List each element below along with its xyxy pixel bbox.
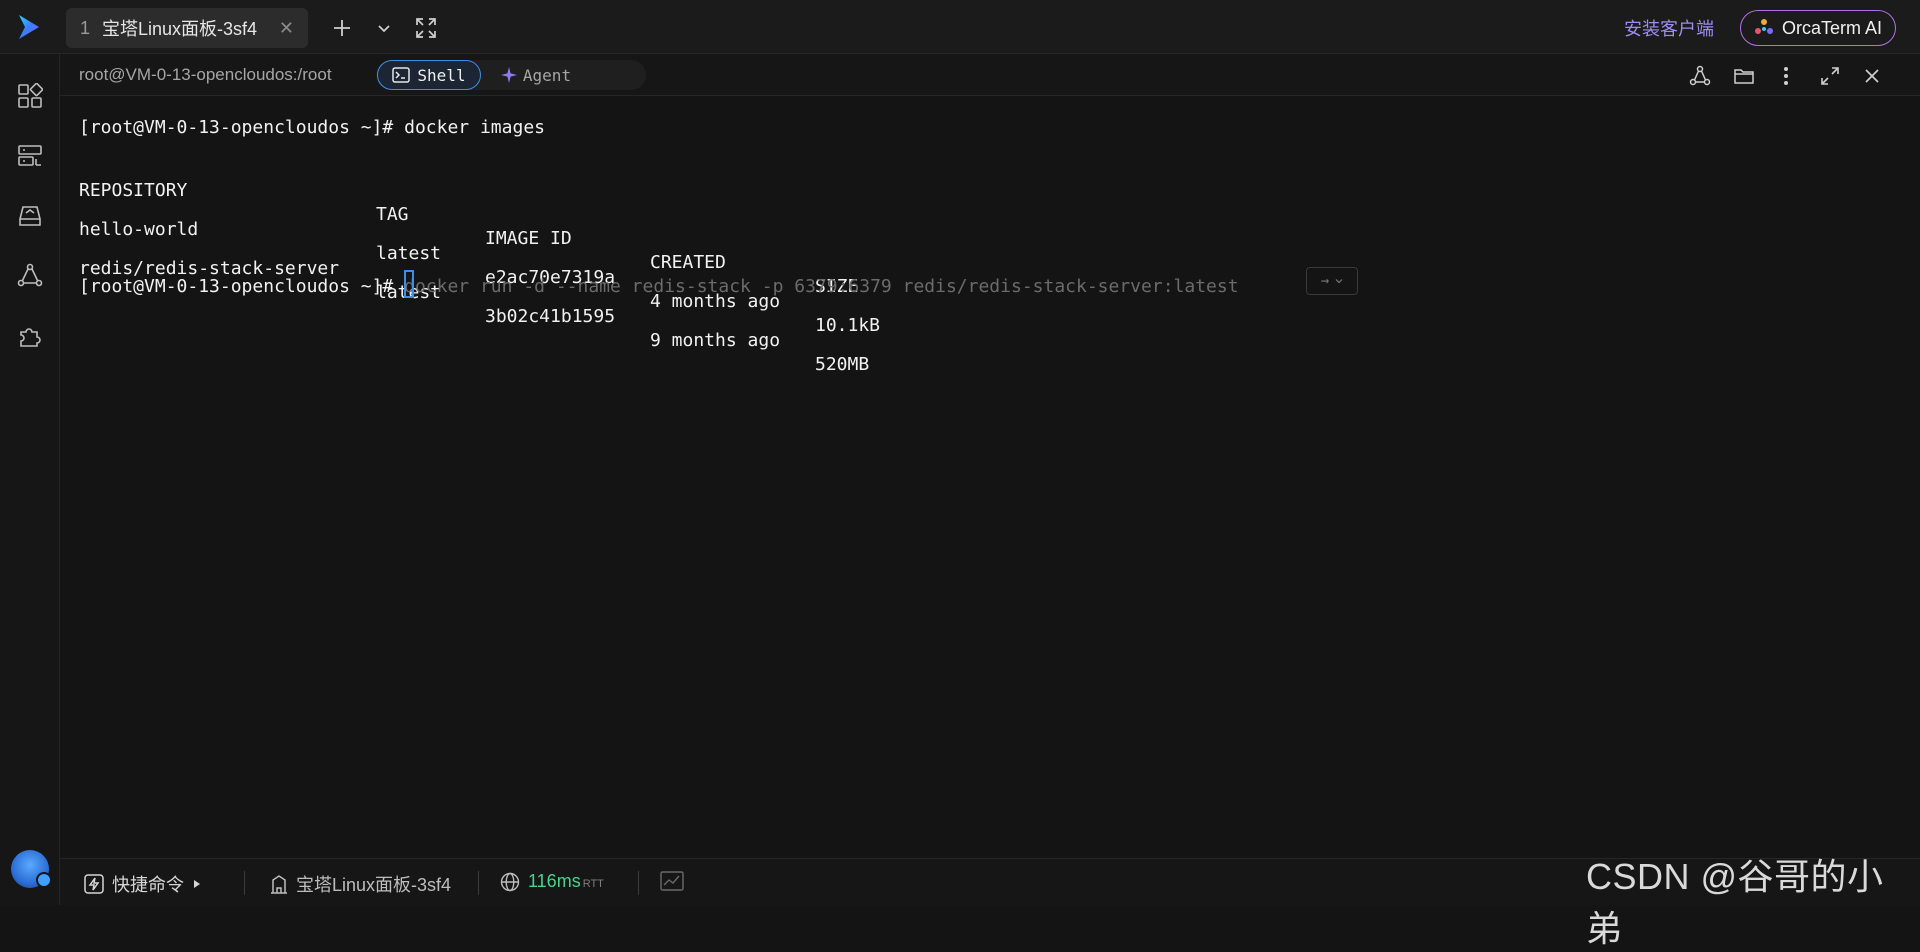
- left-sidebar: [0, 54, 60, 905]
- divider: [244, 871, 245, 895]
- session-header: root@VM-0-13-opencloudos:/root Shell Age…: [60, 54, 1920, 96]
- terminal-line: [root@VM-0-13-opencloudos ~]# docker run…: [79, 270, 1239, 299]
- server-icon: [271, 875, 287, 894]
- terminal-icon: [392, 67, 411, 83]
- network-icon[interactable]: [14, 260, 46, 292]
- agent-mode-label: Agent: [522, 65, 572, 85]
- maximize-icon: [1821, 67, 1839, 85]
- maximize-button[interactable]: [1818, 64, 1842, 88]
- folder-icon: [1734, 69, 1754, 84]
- tab-number: 1: [80, 17, 91, 38]
- shell-prompt: [root@VM-0-13-opencloudos ~]#: [79, 276, 405, 297]
- terminal-line: [root@VM-0-13-opencloudos ~]# docker ima…: [79, 116, 545, 140]
- text-cursor: [404, 270, 415, 298]
- rtt-value: 116ms: [528, 871, 581, 891]
- command-suggestion[interactable]: docker run -d --name redis-stack -p 6379…: [404, 276, 1238, 297]
- caret-right-icon: [194, 880, 200, 888]
- globe-icon: [500, 872, 520, 891]
- server-name: 宝塔Linux面板-3sf4: [296, 875, 452, 895]
- table-cell: 520MB: [815, 354, 870, 375]
- table-row: redis/redis-stack-server latest 3b02c41b…: [79, 233, 1079, 375]
- share-icon: [1689, 65, 1711, 86]
- table-row: hello-world latest e2ac70e7319a 4 months…: [79, 194, 1079, 336]
- tab-list-dropdown-button[interactable]: [370, 14, 398, 42]
- table-cell: 9 months ago: [650, 330, 781, 351]
- csdn-watermark: CSDN @谷哥的小弟: [1586, 856, 1884, 949]
- divider: [478, 871, 479, 895]
- fullscreen-button[interactable]: [412, 14, 440, 42]
- chevron-down-icon: [1335, 279, 1343, 284]
- storage-icon[interactable]: [14, 200, 46, 232]
- orcaterm-ai-button[interactable]: OrcaTerm AI: [1740, 10, 1896, 46]
- plus-icon: [334, 20, 350, 36]
- shell-prompt: [root@VM-0-13-opencloudos ~]#: [79, 117, 405, 138]
- topology-button[interactable]: [1688, 64, 1712, 88]
- shell-mode-label: Shell: [417, 65, 466, 85]
- new-tab-button[interactable]: [328, 14, 356, 42]
- chart-icon: [660, 871, 684, 891]
- rtt-unit: RTT: [582, 878, 604, 890]
- plugins-icon[interactable]: [14, 320, 46, 352]
- server-info[interactable]: 宝塔Linux面板-3sf4: [270, 871, 451, 897]
- arrow-right-icon: →: [1320, 273, 1330, 289]
- file-manager-button[interactable]: [1732, 64, 1756, 88]
- session-tab[interactable]: 1 宝塔Linux面板-3sf4 ✕: [66, 8, 308, 48]
- close-icon: [1865, 69, 1879, 83]
- quick-commands-button[interactable]: 快捷命令: [84, 871, 202, 897]
- close-icon[interactable]: ✕: [279, 18, 294, 39]
- chevron-down-icon: [378, 25, 390, 33]
- divider: [638, 871, 639, 895]
- latency-indicator[interactable]: 116ms RTT: [500, 871, 604, 892]
- mode-switcher: Shell Agent: [376, 60, 646, 90]
- tab-title: 宝塔Linux面板-3sf4: [102, 19, 258, 39]
- session-path: root@VM-0-13-opencloudos:/root: [79, 65, 332, 84]
- more-options-button[interactable]: [1774, 64, 1798, 88]
- avatar-badge-icon: [36, 872, 52, 888]
- accept-suggestion-button[interactable]: →: [1306, 267, 1358, 295]
- table-cell: 3b02c41b1595: [485, 306, 616, 327]
- shell-command: docker images: [404, 117, 545, 138]
- servers-icon[interactable]: [14, 140, 46, 172]
- terminal-output[interactable]: [root@VM-0-13-opencloudos ~]# docker ima…: [60, 96, 1920, 858]
- apps-icon[interactable]: [14, 80, 46, 112]
- quick-commands-label: 快捷命令: [112, 875, 184, 895]
- lightning-icon: [84, 874, 104, 894]
- app-logo-icon[interactable]: [14, 12, 44, 42]
- table-header: REPOSITORY TAG IMAGE ID CREATED SIZE: [79, 155, 1079, 297]
- close-session-button[interactable]: [1860, 64, 1884, 88]
- title-bar: 1 宝塔Linux面板-3sf4 ✕ 安装客户端 OrcaTerm AI: [0, 0, 1920, 54]
- expand-icon: [416, 18, 436, 38]
- install-client-link[interactable]: 安装客户端: [1624, 15, 1714, 41]
- agent-mode-button[interactable]: Agent: [488, 60, 584, 90]
- orcaterm-ai-label: OrcaTerm AI: [1781, 17, 1883, 38]
- monitor-button[interactable]: [660, 871, 684, 891]
- orcaterm-ai-icon: [1754, 19, 1773, 34]
- more-vertical-icon: [1784, 67, 1788, 85]
- table-cell: 10.1kB: [815, 315, 881, 336]
- sparkle-icon: [500, 67, 517, 83]
- shell-mode-button[interactable]: Shell: [377, 60, 481, 90]
